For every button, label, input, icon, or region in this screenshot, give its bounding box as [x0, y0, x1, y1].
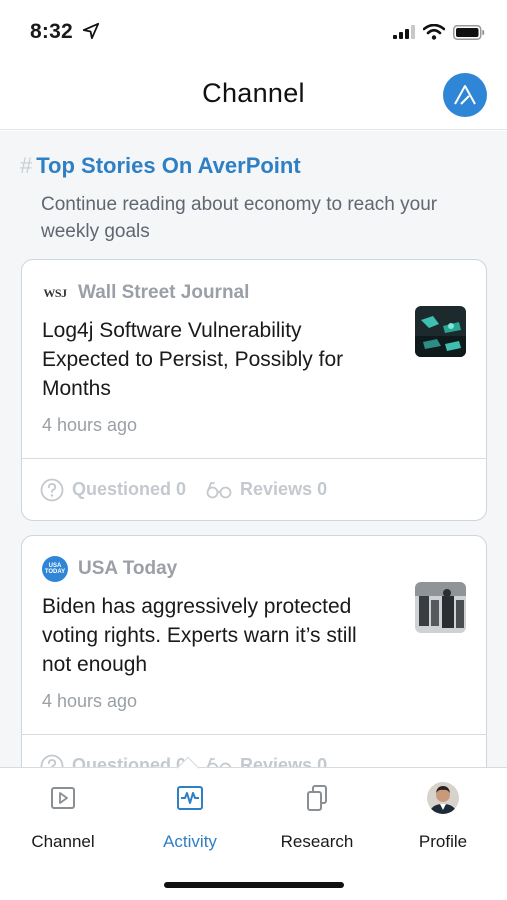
feed-content[interactable]: # Top Stories On AverPoint Continue readi…: [0, 131, 507, 767]
story-headline[interactable]: Biden has aggressively protected voting …: [42, 592, 382, 679]
questioned-button[interactable]: Questioned 0: [40, 754, 187, 767]
tab-research[interactable]: Research: [262, 782, 372, 852]
thumbnail-image: [415, 582, 466, 633]
wsj-logo-icon: WSJ: [43, 285, 67, 300]
usa-today-logo-icon: USA TODAY: [42, 556, 68, 582]
story-card[interactable]: USA TODAY USA Today Biden has aggressive…: [21, 535, 487, 767]
question-circle-icon: [40, 754, 64, 767]
tab-bar: Channel Activity Research Profile: [0, 756, 507, 900]
story-thumbnail[interactable]: [415, 582, 466, 633]
tab-label: Profile: [418, 832, 468, 851]
questioned-count: Questioned 0: [72, 479, 187, 499]
questioned-button[interactable]: Questioned 0: [40, 478, 186, 502]
story-time: 4 hours ago: [42, 691, 138, 711]
thumbnail-image: [415, 306, 466, 357]
question-circle-icon: [40, 478, 64, 501]
tab-label: Channel: [31, 832, 95, 851]
averpoint-logo-button[interactable]: [443, 73, 487, 117]
story-card[interactable]: WSJ Wall Street Journal Log4j Software V…: [21, 259, 487, 521]
tab-channel[interactable]: Channel: [8, 782, 118, 852]
tab-label: Activity: [163, 832, 217, 851]
source-row: USA TODAY USA Today: [42, 556, 466, 582]
hash-icon: #: [20, 153, 33, 178]
activity-icon: [135, 782, 245, 814]
status-bar: 8:32: [0, 0, 507, 62]
wifi-icon: [423, 24, 445, 40]
tab-activity[interactable]: Activity: [135, 782, 245, 852]
source-name: USA Today: [78, 558, 178, 579]
story-headline[interactable]: Log4j Software Vulnerability Expected to…: [42, 316, 382, 403]
avatar-icon: [388, 782, 498, 814]
tab-label: Research: [280, 832, 354, 851]
story-card-footer: Questioned 0 Reviews 0: [22, 734, 486, 767]
questioned-count: Questioned 0: [72, 755, 187, 767]
story-time: 4 hours ago: [42, 415, 138, 435]
status-time: 8:32: [30, 20, 73, 43]
reviews-button[interactable]: Reviews 0: [206, 755, 327, 767]
story-card-body[interactable]: WSJ Wall Street Journal Log4j Software V…: [22, 260, 486, 458]
battery-icon: [453, 24, 485, 40]
location-arrow-icon: [82, 22, 100, 40]
story-thumbnail[interactable]: [415, 306, 466, 357]
story-card-footer: Questioned 0 Reviews 0: [22, 458, 486, 520]
section-subtitle: Continue reading about economy to reach …: [41, 194, 438, 242]
glasses-icon: [206, 481, 232, 498]
tab-profile[interactable]: Profile: [388, 782, 498, 852]
status-icons: [393, 24, 485, 40]
reviews-button[interactable]: Reviews 0: [206, 479, 327, 500]
page-title: Channel: [202, 78, 305, 108]
reviews-count: Reviews 0: [240, 755, 328, 767]
source-row: WSJ Wall Street Journal: [42, 280, 466, 306]
reviews-count: Reviews 0: [240, 479, 328, 499]
app-header: Channel: [0, 62, 507, 130]
cellular-signal-icon: [393, 25, 415, 39]
glasses-icon: [206, 757, 232, 767]
copy-icon: [262, 782, 372, 814]
story-card-body[interactable]: USA TODAY USA Today Biden has aggressive…: [22, 536, 486, 734]
section-title-text: Top Stories On AverPoint: [36, 153, 301, 178]
home-indicator[interactable]: [164, 882, 344, 888]
source-name: Wall Street Journal: [78, 282, 250, 303]
play-square-icon: [8, 782, 118, 814]
averpoint-logo-icon: [454, 85, 476, 105]
section-title: # Top Stories On AverPoint: [20, 153, 301, 179]
